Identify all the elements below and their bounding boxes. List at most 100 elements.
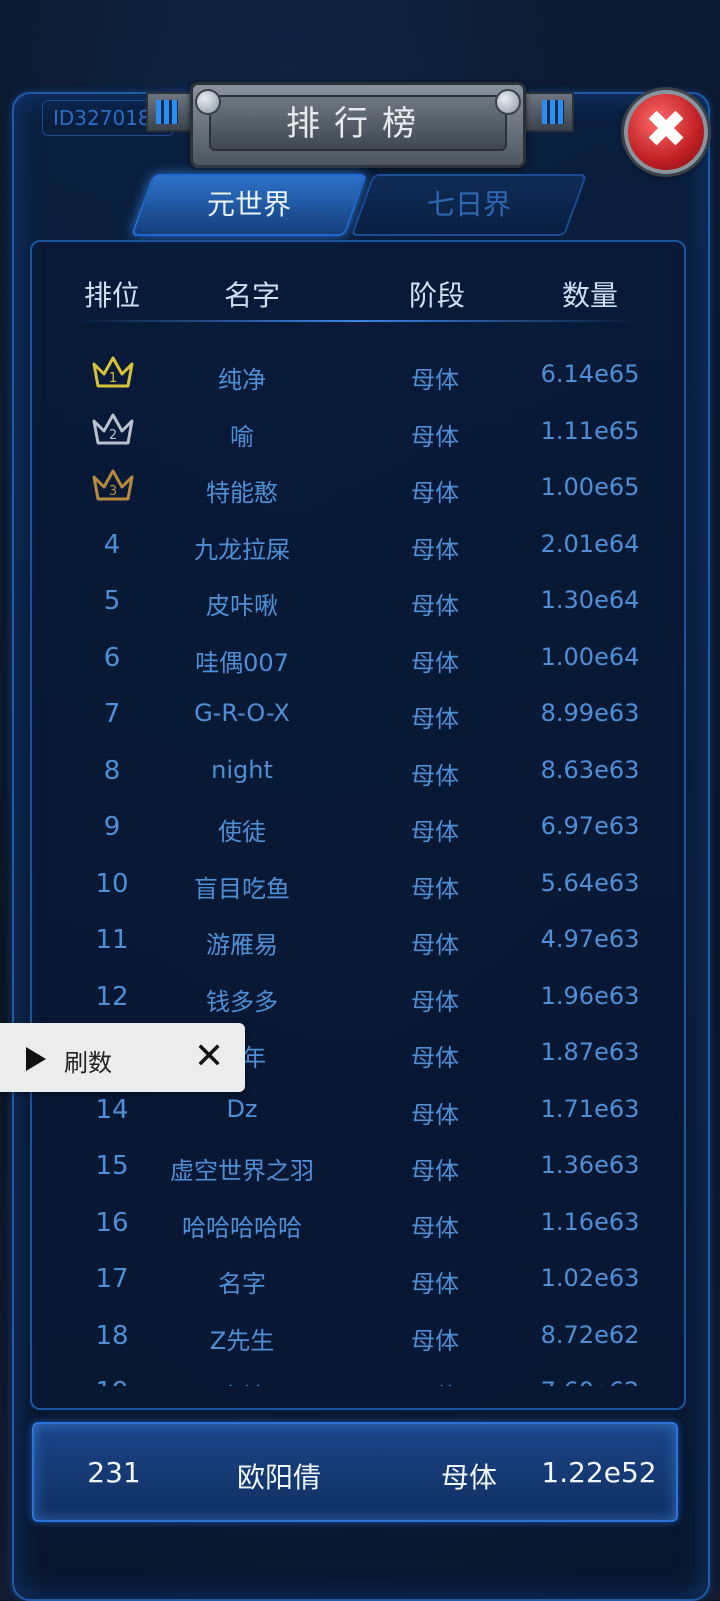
stage-cell: 母体 [411,648,459,677]
stage-cell: 母体 [411,535,459,564]
player-name: 虚空世界之羽 [170,1157,314,1185]
my-name: 欧阳倩 [236,1461,321,1494]
rank-number: 2 [109,428,117,443]
table-row: 5 皮咔啾 母体 1.30e64 [32,572,684,629]
rank-number: 16 [95,1207,129,1238]
player-name: 游雁易 [206,931,278,959]
ranking-list[interactable]: 排位 名字 阶段 数量 1 纯净 母体 6.14e65 2 喻母体 1.11e65 3 特能憨母… [30,240,686,1410]
header-divider [72,320,642,322]
float-label: 刷数 [64,1049,112,1077]
table-row: 17 名字 母体 1.02e63 [32,1250,684,1307]
stage-cell: 母体 [411,874,459,903]
header-stage: 阶段 [408,279,465,312]
count-cell: 1.16e63 [540,1207,640,1236]
count-cell: 1.00e65 [540,473,640,501]
player-name: 哈哈哈哈哈 [182,1213,302,1242]
rank-number: 9 [103,812,121,842]
table-row: 7 G-R-O-X 母体 8.99e63 [32,685,684,742]
table-row: 6 哇偶007 母体 1.00e64 [32,629,684,686]
count-cell: 8.72e62 [540,1320,640,1349]
rank-number: 18 [95,1320,129,1351]
play-icon[interactable] [26,1047,46,1071]
count-cell: 8.99e63 [540,699,640,727]
count-cell: 2.01e64 [540,529,640,558]
table-row: 4 九龙拉屎 母体 2.01e64 [32,516,684,573]
player-name: 盲目吃鱼 [194,874,290,903]
rank-number: 1 [109,371,117,386]
ranking-rows: 1 纯净 母体 6.14e65 2 喻母体 1.11e65 3 特能憨 母体 1.00e65 4 九龙拉… [32,346,684,1386]
stage-cell: 母体 [411,1100,459,1129]
rank-number: 12 [95,981,129,1012]
stage-cell: 母体 [411,931,459,959]
count-cell: 7.60e62 [530,1377,650,1386]
rank-number: 17 [95,1264,129,1294]
player-name: 名字 [218,1270,266,1298]
count-cell: 1.36e63 [540,1151,640,1179]
player-name: 特能憨 [206,479,278,507]
table-header: 排位 名字 阶段 数量 [32,264,684,324]
tab-seven-day-world[interactable]: 七日界 [350,174,588,236]
count-cell: 1.02e63 [540,1264,640,1292]
close-button[interactable]: ✖ [624,90,708,174]
player-name: 钱多多 [206,987,278,1016]
count-cell: 5.64e63 [540,868,640,897]
table-row: 1 纯净 母体 6.14e65 [32,346,684,403]
stage-cell: 母体 [411,479,459,507]
rank-number: 14 [95,1094,129,1125]
stage-cell: 母体 [411,1044,459,1072]
player-name: 皮咔啾 [206,592,278,620]
tab-yuan-world[interactable]: 元世界 [130,174,368,236]
count-cell: 6.97e63 [540,812,640,840]
crown-icon: 3 [92,469,134,501]
wing-stripes-icon [542,100,564,124]
player-name: 纯净 [218,366,266,394]
stage-cell: 母体 [411,1326,459,1355]
header-count: 数量 [561,279,618,312]
player-name: 使徒 [218,818,266,846]
table-row: 12 钱多多 母体 1.96e63 [32,968,684,1025]
page-title: 排行榜 [209,95,507,151]
rank-number: 6 [103,642,121,673]
count-cell: 4.97e63 [540,925,640,953]
player-name: night [211,755,273,784]
table-row: 2 喻 母体 1.11e65 [32,403,684,460]
stage-cell: 母体 [411,1213,459,1242]
close-icon[interactable]: ✕ [194,1037,224,1077]
rank-number: 4 [103,529,121,560]
my-rank: 231 [87,1456,141,1489]
rank-number: 15 [95,1151,129,1181]
rank-number: 10 [95,868,129,899]
stage-cell: 母体 [411,818,459,846]
crown-icon: 2 [92,413,134,444]
stage-cell: 母体 [411,592,459,620]
table-row: 16 哈哈哈哈哈 母体 1.16e63 [32,1194,684,1251]
crown-icon: 1 [92,356,134,388]
title-plate: 排行榜 [190,82,526,168]
player-name: G-R-O-X [194,699,290,727]
player-name: Dz [226,1094,258,1123]
rank-number: 3 [109,484,117,499]
header-rank: 排位 [83,279,140,312]
stage-cell: 母体 [390,1377,480,1386]
table-row: 15 虚空世界之羽 母体 1.36e63 [32,1137,684,1194]
bolt-icon [495,89,521,115]
stage-cell: 母体 [411,366,459,394]
player-name: 喻 [230,422,254,451]
table-row: 18 Z先生 母体 8.72e62 [32,1307,684,1364]
player-name: 九龙拉屎 [194,535,290,564]
player-name: 魔神 [152,1377,332,1386]
rank-number: 19 [82,1377,142,1386]
header-name: 名字 [223,279,280,312]
count-cell: 1.30e64 [540,586,640,614]
floating-script-panel[interactable]: 刷数 ✕ [0,1023,245,1092]
tab-label: 元世界 [206,188,291,221]
table-row: 9 使徒 母体 6.97e63 [32,798,684,855]
table-row: 8 night 母体 8.63e63 [32,742,684,799]
count-cell: 6.14e65 [540,360,640,388]
stage-cell: 母体 [411,422,459,451]
stage-cell: 母体 [411,1157,459,1185]
my-stage: 母体 [440,1461,497,1494]
stage-cell: 母体 [411,761,459,790]
stage-cell: 母体 [411,1270,459,1298]
close-icon: ✖ [644,100,688,160]
